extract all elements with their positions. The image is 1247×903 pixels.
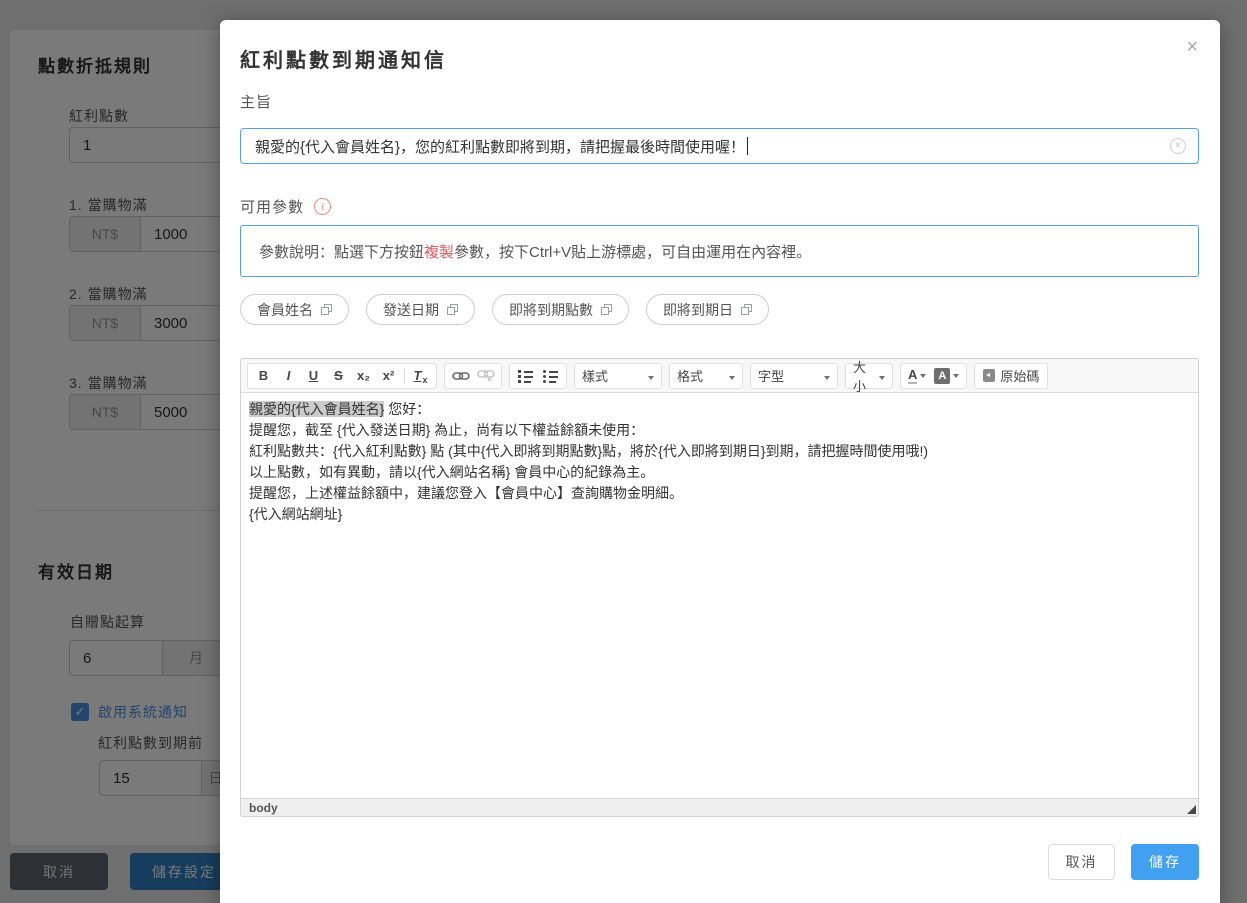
editor-content[interactable]: 親愛的{代入會員姓名} 您好： 提醒您，截至 {代入發送日期} 為止，尚有以下權…: [241, 393, 1198, 798]
content-line-rest: 您好：: [384, 401, 430, 417]
strikethrough-button[interactable]: S: [326, 364, 351, 388]
copy-icon: [321, 304, 332, 315]
hint-text-suffix: 參數，按下Ctrl+V貼上游標處，可自由運用在內容裡。: [454, 244, 811, 261]
copy-icon: [601, 304, 612, 315]
rich-text-editor: B I U S x₂ x² Tx: [240, 358, 1199, 817]
link-icon[interactable]: [448, 364, 473, 388]
clear-input-icon[interactable]: ×: [1170, 138, 1186, 154]
chevron-down-icon: [814, 368, 830, 383]
param-buttons-row: 會員姓名 發送日期 即將到期點數 即將到期日: [240, 294, 769, 325]
param-button-expiry-date[interactable]: 即將到期日: [646, 294, 769, 325]
subject-label: 主旨: [240, 91, 272, 112]
bold-button[interactable]: B: [251, 364, 276, 388]
source-button[interactable]: 原始碼: [983, 364, 1039, 388]
color-group: A A: [900, 363, 967, 389]
format-dropdown-label: 格式: [677, 366, 703, 385]
numbered-list-icon[interactable]: [513, 364, 538, 388]
source-group: 原始碼: [974, 363, 1048, 389]
element-path[interactable]: body: [249, 801, 278, 815]
copy-icon: [447, 304, 458, 315]
subscript-button[interactable]: x₂: [351, 364, 376, 388]
background-color-glyph: A: [934, 368, 950, 384]
param-button-label: 即將到期日: [663, 300, 733, 320]
content-line: {代入網站網址}: [249, 504, 1190, 525]
editor-toolbar: B I U S x₂ x² Tx: [241, 359, 1198, 393]
param-button-label: 發送日期: [383, 300, 439, 320]
params-hint-box: 參數說明：點選下方按鈕複製參數，按下Ctrl+V貼上游標處，可自由運用在內容裡。: [240, 225, 1199, 277]
link-group: [444, 363, 502, 389]
size-dropdown[interactable]: 大小: [845, 363, 893, 389]
chevron-down-icon: [638, 368, 654, 383]
info-icon[interactable]: i: [314, 198, 331, 215]
content-line: 提醒您，截至 {代入發送日期} 為止，尚有以下權益餘額未使用：: [249, 420, 1190, 441]
chevron-down-icon: [869, 368, 885, 383]
modal-footer: 取消 儲存: [1048, 844, 1199, 880]
hint-text-prefix: 參數說明：點選下方按鈕: [259, 244, 424, 261]
ol-glyph: [518, 370, 533, 382]
styles-dropdown-label: 樣式: [582, 366, 608, 385]
content-line: 紅利點數共：{代入紅利點數} 點 (其中{代入即將到期點數}點，將於{代入即將到…: [249, 441, 1190, 462]
unlink-icon: [473, 364, 498, 388]
format-dropdown[interactable]: 格式: [669, 363, 743, 389]
size-dropdown-label: 大小: [853, 357, 869, 395]
content-line: 親愛的{代入會員姓名} 您好：: [249, 399, 1190, 420]
hint-text-copy: 複製: [424, 244, 454, 261]
italic-button[interactable]: I: [276, 364, 301, 388]
subject-input[interactable]: 親愛的{代入會員姓名}，您的紅利點數即將到期，請把握最後時間使用喔！ ×: [240, 128, 1199, 164]
font-dropdown-label: 字型: [758, 366, 784, 385]
param-button-send-date[interactable]: 發送日期: [366, 294, 475, 325]
chevron-down-icon: [953, 374, 959, 378]
text-color-glyph: A: [908, 367, 917, 384]
chevron-down-icon: [920, 374, 926, 378]
notification-email-modal: × 紅利點數到期通知信 主旨 親愛的{代入會員姓名}，您的紅利點數即將到期，請把…: [220, 20, 1220, 903]
superscript-button[interactable]: x²: [376, 364, 401, 388]
editor-path-bar: body: [241, 798, 1198, 816]
list-group: [509, 363, 567, 389]
content-line: 提醒您，上述權益餘額中，建議您登入【會員中心】查詢購物金明細。: [249, 483, 1190, 504]
subject-value: 親愛的{代入會員姓名}，您的紅利點數即將到期，請把握最後時間使用喔！: [255, 136, 745, 157]
ul-glyph: [543, 370, 558, 382]
remove-format-x: x: [422, 375, 427, 385]
available-params-label: 可用參數: [240, 196, 304, 217]
text-caret: [747, 137, 748, 155]
chevron-down-icon: [719, 368, 735, 383]
remove-format-t: T: [414, 368, 422, 383]
basicstyles-group: B I U S x₂ x² Tx: [247, 363, 437, 389]
resize-grip-icon[interactable]: [1187, 805, 1196, 814]
param-button-label: 即將到期點數: [509, 300, 593, 320]
bulleted-list-icon[interactable]: [538, 364, 563, 388]
background-color-button[interactable]: A: [930, 364, 963, 388]
text-color-button[interactable]: A: [904, 364, 930, 388]
selected-text: 親愛的{代入會員姓名}: [249, 401, 384, 417]
param-button-label: 會員姓名: [257, 300, 313, 320]
close-icon[interactable]: ×: [1186, 36, 1198, 59]
underline-button[interactable]: U: [301, 364, 326, 388]
save-button[interactable]: 儲存: [1131, 844, 1199, 880]
toolbar-separator: [404, 368, 405, 384]
source-button-label: 原始碼: [1000, 366, 1039, 385]
param-button-member-name[interactable]: 會員姓名: [240, 294, 349, 325]
remove-format-button[interactable]: Tx: [408, 364, 433, 388]
cancel-button[interactable]: 取消: [1048, 844, 1115, 880]
available-params-row: 可用參數 i: [240, 196, 331, 217]
content-line: 以上點數，如有異動，請以{代入網站名稱} 會員中心的紀錄為主。: [249, 462, 1190, 483]
source-code-icon: [983, 369, 995, 382]
font-dropdown[interactable]: 字型: [750, 363, 838, 389]
copy-icon: [741, 304, 752, 315]
styles-dropdown[interactable]: 樣式: [574, 363, 662, 389]
param-button-expiring-points[interactable]: 即將到期點數: [492, 294, 629, 325]
modal-title: 紅利點數到期通知信: [240, 44, 447, 73]
